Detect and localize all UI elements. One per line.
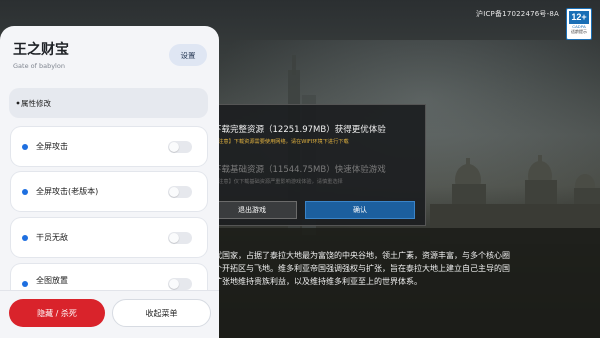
story-line: 个开拓区与飞地。维多利亚帝国强调强权与扩张，旨在泰拉大地上建立自己主导的国 <box>214 264 510 273</box>
icp-license-text: 沪ICP备17022476号-8A <box>476 10 559 18</box>
story-line: 扩张地维持贵族利益，以及维持维多利亚至上的世界体系。 <box>214 277 422 286</box>
toggle-switch[interactable] <box>168 141 192 153</box>
menu-footer: 隐藏 / 杀死 收起菜单 <box>0 290 219 338</box>
download-basic-title: 下载基础资源（11544.75MB）快速体验游戏 <box>213 165 386 175</box>
settings-button[interactable]: 设置 <box>169 44 207 66</box>
download-full-note: 【注意】下载资源需要使用网络，请在WIFI环境下进行下载 <box>213 139 349 145</box>
section-label: 属性修改 <box>21 99 51 108</box>
menu-title: 王之财宝 <box>13 42 69 58</box>
age-rating-badge: 12+ CADPA 适龄提示 <box>566 8 592 40</box>
toggle-switch[interactable] <box>168 186 192 198</box>
item-label: 全图放置 <box>36 276 68 285</box>
story-line: 代国家，占据了泰拉大地最为富饶的中央谷地，领土广素，资源丰富，与多个核心圈 <box>214 251 510 260</box>
download-basic-note: 【注意】仅下载基础资源严重影响游戏体验，请慎重选择 <box>213 179 343 185</box>
bullet-dot-icon <box>22 144 28 150</box>
download-full-option[interactable]: 下载完整资源（12251.97MB）获得更优体验 【注意】下载资源需要使用网络，… <box>213 123 421 145</box>
hide-kill-button[interactable]: 隐藏 / 杀死 <box>9 299 105 327</box>
bullet-dot-icon <box>22 281 28 287</box>
item-label: 干员无敌 <box>36 233 68 242</box>
list-item[interactable]: 全屏攻击(老版本) <box>11 172 207 211</box>
age-rating-tip: 适龄提示 <box>571 29 587 34</box>
toggle-knob <box>169 279 179 289</box>
toggle-switch[interactable] <box>168 232 192 244</box>
age-rating-number: 12+ <box>569 11 589 24</box>
download-full-title: 下载完整资源（12251.97MB）获得更优体验 <box>213 125 386 135</box>
toggle-switch[interactable] <box>168 278 192 290</box>
bullet-dot-icon <box>22 189 28 195</box>
collapse-menu-button[interactable]: 收起菜单 <box>112 299 211 327</box>
mod-menu-panel: 王之财宝 Gate of babylon 设置 属性修改 全屏攻击 全屏攻击(老… <box>0 26 219 338</box>
bullet-icon <box>16 101 20 105</box>
exit-game-button[interactable]: 退出游戏 <box>207 201 297 219</box>
attribute-section-header[interactable]: 属性修改 <box>9 88 208 118</box>
list-item[interactable]: 全屏攻击 <box>11 127 207 166</box>
bullet-dot-icon <box>22 235 28 241</box>
item-label: 全屏攻击(老版本) <box>36 187 99 196</box>
download-basic-option[interactable]: 下载基础资源（11544.75MB）快速体验游戏 【注意】仅下载基础资源严重影响… <box>213 163 421 185</box>
item-label: 全屏攻击 <box>36 142 68 151</box>
download-dialog: 下载完整资源（12251.97MB）获得更优体验 【注意】下载资源需要使用网络，… <box>206 104 426 226</box>
toggle-knob <box>169 142 179 152</box>
toggle-knob <box>169 187 179 197</box>
menu-subtitle: Gate of babylon <box>13 62 65 70</box>
list-item[interactable]: 干员无敌 <box>11 218 207 257</box>
toggle-knob <box>169 233 179 243</box>
story-text: 代国家，占据了泰拉大地最为富饶的中央谷地，领土广素，资源丰富，与多个核心圈 个开… <box>214 249 600 288</box>
confirm-button[interactable]: 确认 <box>305 201 415 219</box>
